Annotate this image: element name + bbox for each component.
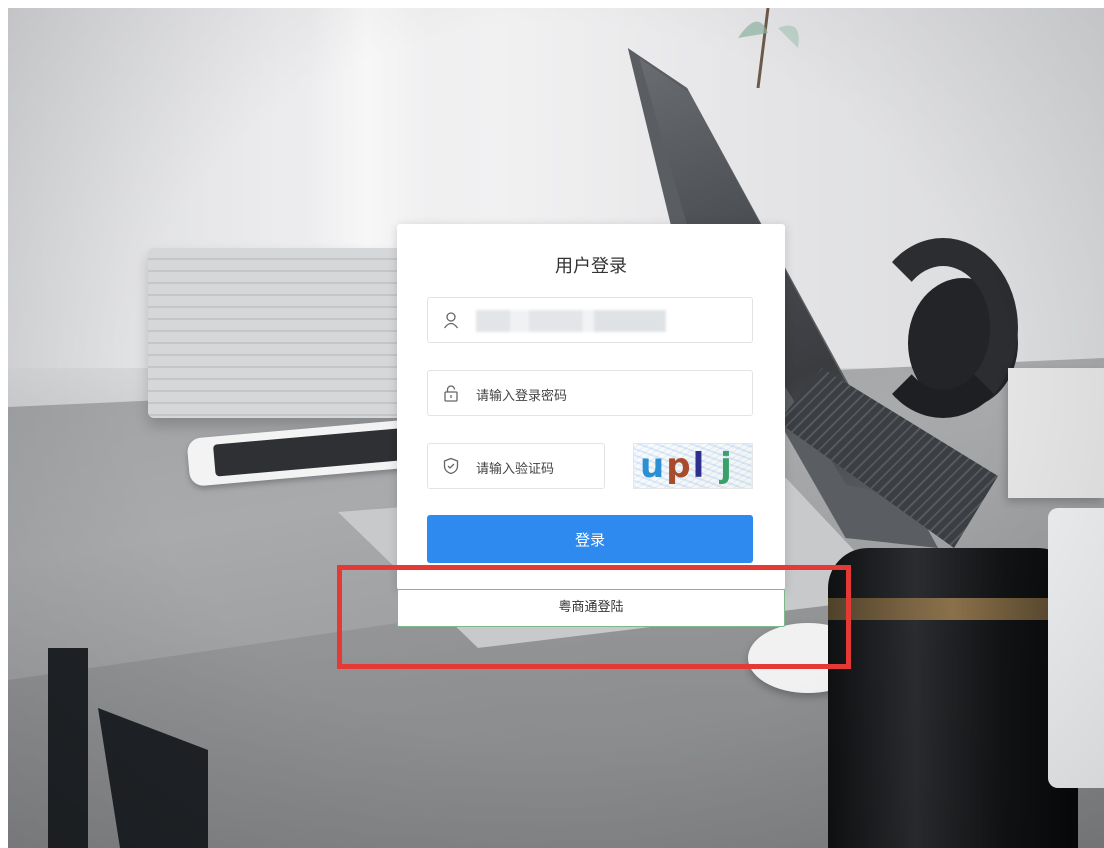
yueshangtong-login-button[interactable]: 粤商通登陆 [397,589,785,627]
user-icon [442,311,460,329]
login-title: 用户登录 [555,256,627,277]
captcha-text: upl j l [640,446,734,488]
shield-check-icon [442,457,460,475]
captcha-image[interactable]: upl j l [633,443,753,489]
captcha-field[interactable]: 请输入验证码 [427,443,605,489]
login-button[interactable]: 登录 [427,515,753,563]
captcha-placeholder: 请输入验证码 [476,462,555,477]
login-card: 用户登录 请输入登录密码 请输入验证码 upl j 登录 [397,224,785,590]
lock-icon [442,384,460,402]
password-field[interactable]: 请输入登录密码 [427,370,753,416]
username-field[interactable] [427,297,753,343]
username-value-redacted [476,310,666,332]
password-placeholder: 请输入登录密码 [476,389,568,404]
